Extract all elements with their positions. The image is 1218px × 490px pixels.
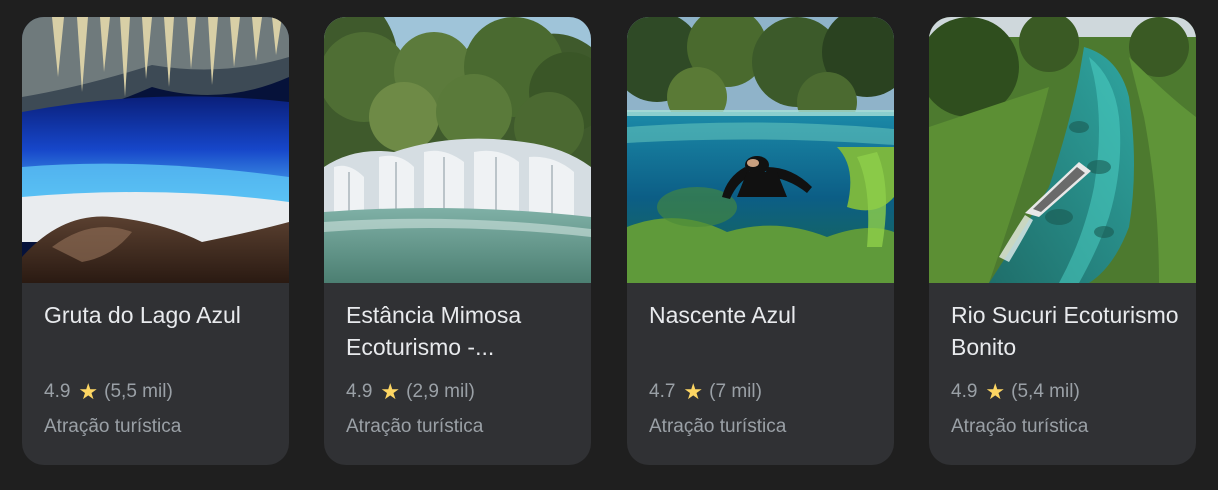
rating-row: 4.9 ★ (5,5 mil) [44, 379, 173, 405]
cave-lake-photo [22, 17, 289, 283]
place-card-nascente-azul[interactable]: Nascente Azul 4.7 ★ (7 mil) Atração turí… [627, 17, 894, 465]
place-photo[interactable] [627, 17, 894, 283]
place-category: Atração turística [951, 416, 1089, 437]
review-count: (2,9 mil) [406, 381, 475, 402]
place-photo[interactable] [929, 17, 1196, 283]
place-title[interactable]: Nascente Azul [649, 299, 881, 331]
review-count: (5,4 mil) [1011, 381, 1080, 402]
rating-value: 4.9 [44, 381, 71, 402]
place-category: Atração turística [346, 416, 484, 437]
rating-value: 4.7 [649, 381, 676, 402]
star-icon: ★ [683, 379, 704, 404]
place-category: Atração turística [649, 416, 787, 437]
place-card-gruta-do-lago-azul[interactable]: Gruta do Lago Azul 4.9 ★ (5,5 mil) Atraç… [22, 17, 289, 465]
river-boat-photo [929, 17, 1196, 283]
place-title[interactable]: Rio Sucuri Ecoturismo Bonito [951, 299, 1183, 363]
review-count: (5,5 mil) [104, 381, 173, 402]
waterfall-photo [324, 17, 591, 283]
review-count: (7 mil) [709, 381, 762, 402]
place-cards-carousel: Gruta do Lago Azul 4.9 ★ (5,5 mil) Atraç… [0, 0, 1218, 490]
star-icon: ★ [985, 379, 1006, 404]
place-title[interactable]: Gruta do Lago Azul [44, 299, 276, 331]
underwater-snorkel-photo [627, 17, 894, 283]
place-category: Atração turística [44, 416, 182, 437]
place-title[interactable]: Estância Mimosa Ecoturismo -... [346, 299, 578, 363]
rating-row: 4.9 ★ (5,4 mil) [951, 379, 1080, 405]
place-photo[interactable] [22, 17, 289, 283]
star-icon: ★ [380, 379, 401, 404]
place-photo[interactable] [324, 17, 591, 283]
rating-row: 4.7 ★ (7 mil) [649, 379, 762, 405]
rating-row: 4.9 ★ (2,9 mil) [346, 379, 475, 405]
place-card-rio-sucuri[interactable]: Rio Sucuri Ecoturismo Bonito 4.9 ★ (5,4 … [929, 17, 1196, 465]
rating-value: 4.9 [951, 381, 978, 402]
rating-value: 4.9 [346, 381, 373, 402]
star-icon: ★ [78, 379, 99, 404]
place-card-estancia-mimosa[interactable]: Estância Mimosa Ecoturismo -... 4.9 ★ (2… [324, 17, 591, 465]
